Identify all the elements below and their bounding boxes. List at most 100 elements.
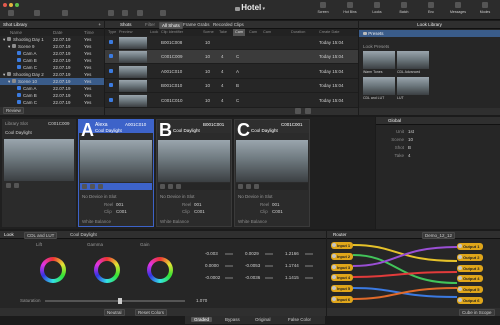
preset-tile[interactable]: LUT xyxy=(397,77,429,101)
cdl-slider[interactable] xyxy=(225,265,233,267)
cdl-slider[interactable] xyxy=(265,253,273,255)
clip-value[interactable]: C001 xyxy=(272,209,283,214)
camera-slot[interactable]: B B001C001 Cool Daylight No Device in Slot R… xyxy=(156,119,232,227)
grade-icon[interactable] xyxy=(254,184,259,189)
original-button[interactable]: Original xyxy=(255,317,271,322)
link-icon[interactable] xyxy=(14,183,19,188)
column-clip-identifier[interactable]: Clip Identifier xyxy=(161,29,183,36)
tree-toggle-icon[interactable]: ▾ xyxy=(8,43,10,50)
library-slot[interactable]: Library Slot C001C009 Cool Daylight xyxy=(2,119,76,227)
router-output-node[interactable]: Output 2 xyxy=(457,253,483,261)
cdl-slider[interactable] xyxy=(305,253,313,255)
link-icon[interactable] xyxy=(246,184,251,189)
cdl-value[interactable]: -0.0002 xyxy=(205,275,220,280)
router-output-node[interactable]: Output 1 xyxy=(457,243,483,250)
list-view-icon[interactable] xyxy=(122,10,128,16)
minimize-window-button[interactable] xyxy=(9,3,13,7)
camera-icon[interactable] xyxy=(82,184,87,189)
settings-icon[interactable] xyxy=(160,10,166,16)
cdl-slider[interactable] xyxy=(265,277,273,279)
router-output-node[interactable]: Output 5 xyxy=(457,286,483,294)
shot-library-item[interactable]: Cam C 22.07.19 Yes xyxy=(0,64,104,71)
project-title[interactable]: Hotel ▾ xyxy=(222,3,278,16)
cdl-value[interactable]: -0.0053 xyxy=(245,263,260,268)
grade-icon[interactable] xyxy=(98,184,103,189)
column-preview[interactable]: Preview xyxy=(119,29,133,36)
reset-colors-button[interactable]: Reset Colors xyxy=(135,309,168,316)
shot-library-item[interactable]: Cam B 22.07.19 Yes xyxy=(0,57,104,64)
preset-tile[interactable]: CDL and LUT xyxy=(363,77,395,101)
tab-recorded-clips[interactable]: Recorded Clips xyxy=(213,21,244,29)
import-icon[interactable] xyxy=(34,10,40,16)
shot-row[interactable]: C001C009 10 4 C Today 15:04 xyxy=(105,50,358,65)
cdl-slider[interactable] xyxy=(305,277,313,279)
field-value[interactable]: 1st xyxy=(408,128,414,135)
export-icon[interactable] xyxy=(62,10,68,16)
toolbar-item-modes[interactable]: Modes xyxy=(472,2,498,14)
clip-value[interactable]: C001 xyxy=(116,209,127,214)
filmstrip-view-icon[interactable] xyxy=(137,10,143,16)
shot-row[interactable]: B001C010 10 4 B Today 15:04 xyxy=(105,79,358,94)
cdl-value[interactable]: 1.1415 xyxy=(285,275,299,280)
saturation-slider[interactable] xyxy=(45,300,185,302)
preset-tile[interactable]: Warm Tones xyxy=(363,51,395,75)
router-input-node[interactable]: Input 3 xyxy=(331,263,353,271)
reel-value[interactable]: 001 xyxy=(116,202,124,207)
shot-library-item[interactable]: Cam A 22.07.19 Yes xyxy=(0,85,104,92)
lift-color-wheel[interactable] xyxy=(40,257,66,283)
reel-value[interactable]: 001 xyxy=(194,202,202,207)
bypass-button[interactable]: Bypass xyxy=(225,317,240,322)
toolbar-item-hot-bins[interactable]: Hot Bins xyxy=(337,2,363,14)
column-header[interactable]: Time xyxy=(84,29,94,36)
router-output-node[interactable]: Output 6 xyxy=(457,297,483,304)
column-duration[interactable]: Duration xyxy=(291,29,305,36)
column-scene[interactable]: Scene xyxy=(203,29,214,36)
camera-slot[interactable]: A Alexa A001C010 Cool Daylight No Device in … xyxy=(78,119,154,227)
toolbar-item-looks[interactable]: Looks xyxy=(364,2,390,14)
toolbar-item-screen[interactable]: Screen xyxy=(310,2,336,14)
zoom-window-button[interactable] xyxy=(15,3,19,7)
cdl-slider[interactable] xyxy=(225,253,233,255)
view-list-icon[interactable] xyxy=(305,108,311,114)
preset-tile[interactable]: CDL Advanced xyxy=(397,51,429,75)
cdl-value[interactable]: 1.1744 xyxy=(285,263,299,268)
link-icon[interactable] xyxy=(168,184,173,189)
tree-toggle-icon[interactable]: ▾ xyxy=(3,71,5,78)
shot-library-item[interactable]: Cam B 22.07.19 Yes xyxy=(0,92,104,99)
column-header[interactable]: Name xyxy=(10,29,22,36)
clip-value[interactable]: C001 xyxy=(194,209,205,214)
tab-frame-grabs[interactable]: Frame Grabs xyxy=(183,21,210,29)
router-output-node[interactable]: Output 4 xyxy=(457,275,483,283)
view-grid-icon[interactable] xyxy=(295,108,301,114)
cube-in-scope-button[interactable]: Cube in Scope xyxy=(459,309,495,316)
field-value[interactable]: 4 xyxy=(408,152,411,159)
saturation-value[interactable]: 1.070 xyxy=(196,298,207,303)
saturation-slider-handle[interactable] xyxy=(118,298,122,304)
cdl-value[interactable]: -0.0036 xyxy=(245,275,260,280)
router-input-node[interactable]: Input 4 xyxy=(331,274,353,282)
grade-icon[interactable] xyxy=(176,184,181,189)
false-color-button[interactable]: False Color xyxy=(288,317,311,322)
cdl-value[interactable]: 0.0000 xyxy=(205,263,219,268)
gamma-color-wheel[interactable] xyxy=(94,257,120,283)
neutral-button[interactable]: Neutral xyxy=(104,309,125,316)
camera-slot[interactable]: C C001C001 Cool Daylight No Device in Slot R… xyxy=(234,119,310,227)
router-input-node[interactable]: Input 6 xyxy=(331,296,353,303)
tree-toggle-icon[interactable]: ▾ xyxy=(8,78,10,85)
cdl-value[interactable]: 1.2166 xyxy=(285,251,299,256)
look-mode-select[interactable]: CDL and LUT xyxy=(24,232,58,239)
plus-icon[interactable]: + xyxy=(98,21,101,29)
column-take[interactable]: Take xyxy=(219,29,227,36)
camera-icon[interactable] xyxy=(6,183,11,188)
column-cam[interactable]: Cam xyxy=(263,29,271,36)
toolbar-item-batch[interactable]: Batch xyxy=(391,2,417,14)
column-create-date[interactable]: Create Date xyxy=(319,29,339,36)
graded-button[interactable]: Graded xyxy=(191,317,213,322)
column-cam[interactable]: Cam xyxy=(249,29,257,36)
toolbar-item-messages[interactable]: Messages xyxy=(445,2,471,14)
cdl-value[interactable]: -0.003 xyxy=(205,251,218,256)
shot-row[interactable]: B001C008 10 Today 15:04 xyxy=(105,36,358,50)
shot-library-item[interactable]: Cam A 22.07.19 Yes xyxy=(0,50,104,57)
tab-all-shots[interactable]: All Shots xyxy=(159,22,183,29)
shot-library-item[interactable]: Cam C 22.07.19 Yes xyxy=(0,99,104,106)
